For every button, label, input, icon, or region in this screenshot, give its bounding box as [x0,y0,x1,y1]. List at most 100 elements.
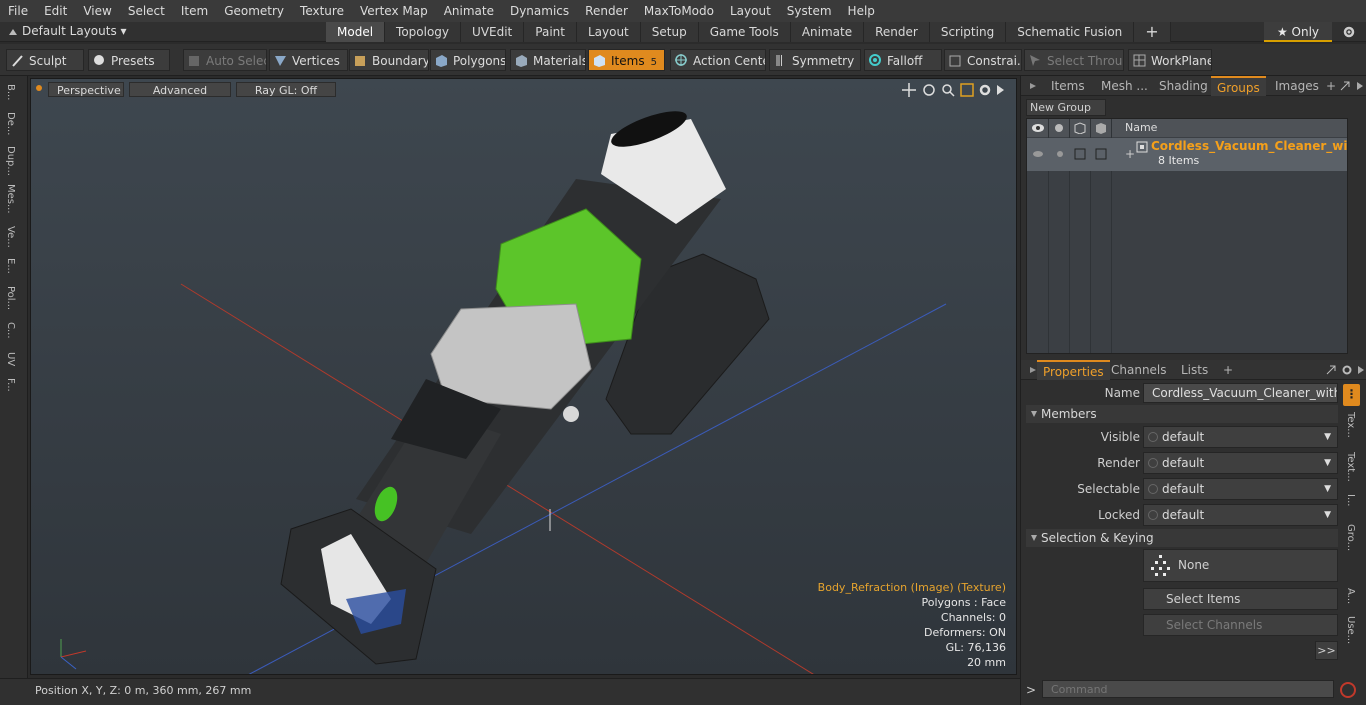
tab-paint[interactable]: Paint [524,22,577,42]
strip-tab-i[interactable]: I... [1345,494,1356,507]
constraints-button[interactable]: Constrai... [944,49,1022,71]
workplane-button[interactable]: WorkPlane [1128,49,1212,71]
strip-tab-polygon[interactable]: Pol... [5,286,16,310]
add-props-tab-button[interactable]: + [1223,360,1233,380]
tab-images[interactable]: Images [1275,76,1319,96]
tab-setup[interactable]: Setup [640,22,699,42]
menu-maxtomodo[interactable]: MaxToModo [636,0,722,22]
menu-select[interactable]: Select [120,0,173,22]
action-center-button[interactable]: Action Center [670,49,766,71]
lock-cube-icon[interactable] [1073,122,1087,134]
expand-icon[interactable] [1339,80,1351,92]
select-items-button[interactable]: Select Items [1143,588,1338,610]
strip-tab-vertex[interactable]: Ve... [5,226,16,248]
tab-properties[interactable]: Properties [1037,360,1110,380]
strip-tab-text[interactable]: Text... [1345,452,1356,482]
tab-uvedit[interactable]: UVEdit [461,22,525,42]
tab-groups[interactable]: Groups [1211,76,1266,96]
select-through-button[interactable]: Select Through [1024,49,1124,71]
row-lock-checkbox[interactable] [1074,148,1086,160]
panel-arrow-icon[interactable] [1029,82,1037,90]
tab-topology[interactable]: Topology [385,22,462,42]
strip-tab-assemblies[interactable]: A... [1345,588,1356,604]
items-button[interactable]: Items 5 [588,49,665,71]
3d-viewport[interactable]: Perspective Advanced Ray GL: Off Body_Re… [30,78,1017,675]
boundary-button[interactable]: Boundary [349,49,429,71]
tab-scripting[interactable]: Scripting [929,22,1007,42]
tab-animate[interactable]: Animate [790,22,865,42]
tab-layout[interactable]: Layout [576,22,641,42]
menu-file[interactable]: File [0,0,36,22]
tab-lists[interactable]: Lists [1181,360,1208,380]
menu-render[interactable]: Render [577,0,636,22]
strip-tab-curve[interactable]: C... [5,322,16,339]
keying-none-button[interactable]: None [1143,549,1338,582]
add-panel-tab-button[interactable]: + [1326,76,1336,96]
tab-shading[interactable]: Shading [1159,76,1208,96]
vertices-button[interactable]: Vertices 1 [269,49,348,71]
menu-edit[interactable]: Edit [36,0,75,22]
props-expand-icon[interactable] [1325,364,1337,376]
strip-tab-duplicate[interactable]: Dup... [5,146,16,176]
only-button[interactable]: ★ Only [1264,22,1332,42]
expand-plus-icon[interactable]: + [1125,147,1135,161]
tab-render[interactable]: Render [864,22,930,42]
menu-item[interactable]: Item [173,0,216,22]
eye-icon[interactable] [1031,122,1045,134]
strip-tab-edge[interactable]: E... [5,258,16,274]
default-layouts-dropdown[interactable]: Default Layouts ▾ [22,24,127,38]
name-column-header[interactable]: Name [1125,121,1157,134]
menu-help[interactable]: Help [840,0,883,22]
falloff-button[interactable]: Falloff [864,49,942,71]
name-field[interactable]: Cordless_Vacuum_Cleaner_with_Screw [1143,383,1338,403]
tab-schematic-fusion[interactable]: Schematic Fusion [1006,22,1135,42]
selectable-dropdown[interactable]: default ▼ [1143,478,1338,500]
select-channels-button[interactable]: Select Channels [1143,614,1338,636]
group-name[interactable]: Cordless_Vacuum_Cleaner_with_... [1151,139,1347,153]
tab-game-tools[interactable]: Game Tools [698,22,791,42]
record-icon[interactable] [1339,681,1357,699]
tab-items[interactable]: Items [1051,76,1085,96]
menu-texture[interactable]: Texture [292,0,352,22]
menu-view[interactable]: View [75,0,119,22]
strip-tab-basic[interactable]: B... [5,84,16,100]
strip-tab-texture[interactable]: Tex... [1345,412,1356,438]
render-dropdown[interactable]: default ▼ [1143,452,1338,474]
tab-model[interactable]: Model [326,22,386,42]
more-button[interactable]: >> [1315,641,1338,660]
locked-dropdown[interactable]: default ▼ [1143,504,1338,526]
properties-arrow-icon[interactable] [1029,366,1037,374]
tab-mesh[interactable]: Mesh ... [1101,76,1148,96]
menu-dynamics[interactable]: Dynamics [502,0,577,22]
symmetry-button[interactable]: Symmetry [769,49,861,71]
strip-tab-groups[interactable]: Gro... [1345,524,1356,551]
strip-tab-mesh[interactable]: Mes... [5,184,16,214]
menu-animate[interactable]: Animate [436,0,502,22]
visible-dropdown[interactable]: default ▼ [1143,426,1338,448]
props-more-arrow-icon[interactable] [1357,365,1365,375]
add-tab-button[interactable]: + [1134,22,1171,42]
selection-keying-section[interactable]: Selection & Keying [1026,529,1338,547]
select-cube-icon[interactable] [1094,122,1108,134]
tab-channels[interactable]: Channels [1111,360,1167,380]
menu-system[interactable]: System [779,0,840,22]
menu-geometry[interactable]: Geometry [216,0,292,22]
materials-button[interactable]: Materials [510,49,586,71]
polygons-button[interactable]: Polygons [430,49,506,71]
render-icon[interactable] [1052,122,1066,134]
row-render-icon[interactable] [1054,148,1066,160]
strip-tab-uv[interactable]: UV [5,352,16,366]
strip-tab-user[interactable]: Use... [1345,616,1356,644]
menu-layout[interactable]: Layout [722,0,779,22]
props-gear-icon[interactable] [1341,364,1353,376]
new-group-button[interactable]: New Group [1026,99,1106,116]
group-row[interactable]: + Cordless_Vacuum_Cleaner_with_... 8 Ite… [1027,138,1347,171]
name-options-button[interactable]: ⋮ [1343,384,1360,406]
row-eye-icon[interactable] [1032,149,1044,159]
collapse-arrow-icon[interactable] [8,27,18,37]
row-select-checkbox[interactable] [1095,148,1107,160]
strip-tab-fusion[interactable]: F... [5,378,16,392]
panel-more-arrow-icon[interactable] [1355,81,1365,91]
strip-tab-deform[interactable]: De... [5,112,16,135]
presets-button[interactable]: Presets [88,49,170,71]
